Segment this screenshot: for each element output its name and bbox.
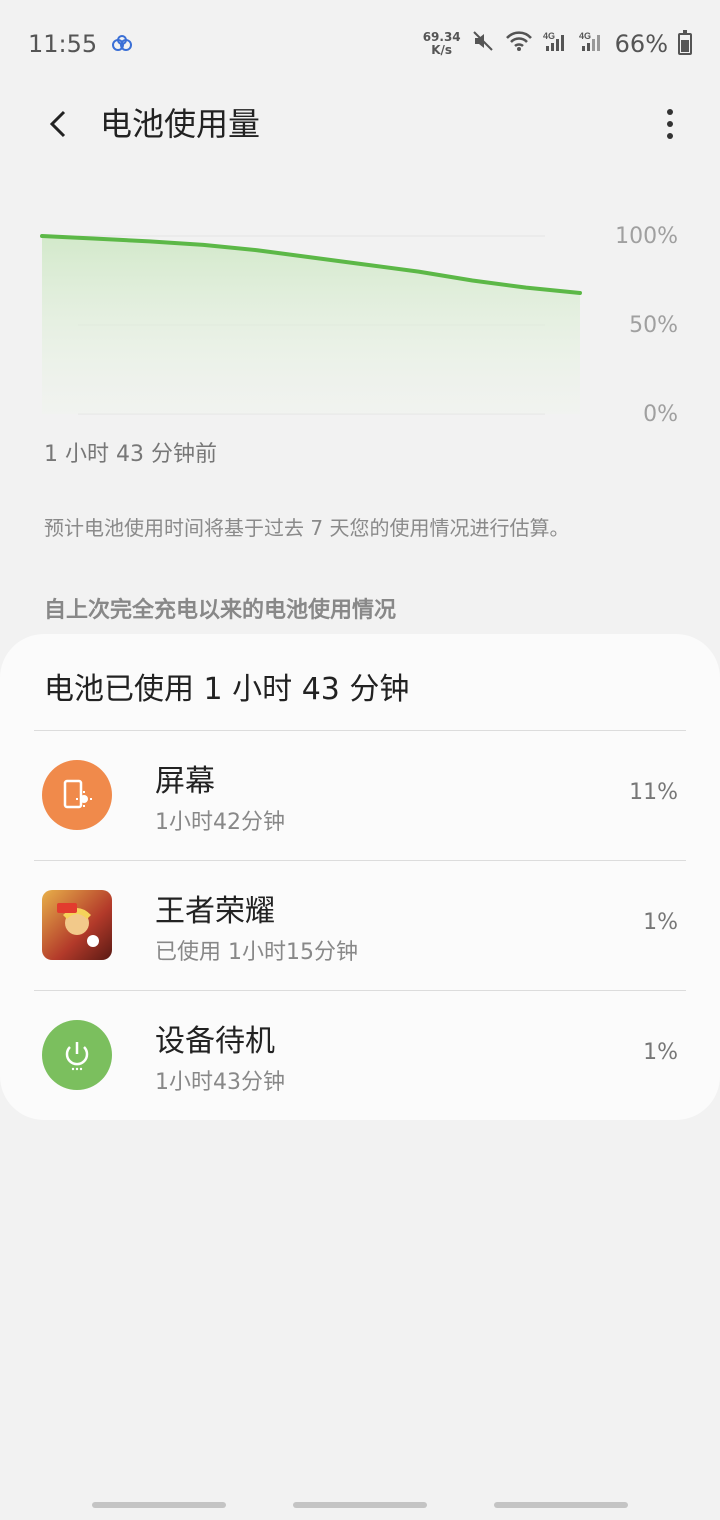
- wifi-icon: [505, 30, 533, 58]
- more-dot-icon: [667, 133, 673, 139]
- y-tick-label: 100%: [615, 224, 678, 249]
- battery-percent: 66%: [614, 30, 668, 58]
- network-speed: 69.34 K/s: [423, 31, 461, 57]
- usage-item-percent: 1%: [643, 1040, 678, 1065]
- chart-x-start-label: 1 小时 43 分钟前: [44, 442, 217, 467]
- usage-total-title: 电池已使用 1 小时 43 分钟: [44, 672, 410, 707]
- estimate-note: 预计电池使用时间将基于过去 7 天您的使用情况进行估算。: [44, 516, 570, 540]
- y-tick-label: 0%: [643, 402, 678, 427]
- usage-item-percent: 1%: [643, 910, 678, 935]
- back-button[interactable]: [36, 102, 80, 146]
- battery-icon: [678, 30, 692, 55]
- usage-item-duration: 1小时42分钟: [155, 810, 285, 835]
- signal-4g-icon: 4G: [543, 30, 569, 58]
- usage-row-standby[interactable]: 设备待机 1小时43分钟 1%: [0, 990, 720, 1120]
- more-dot-icon: [667, 109, 673, 115]
- usage-item-name: 设备待机: [155, 1024, 275, 1059]
- back-arrow-icon: [49, 110, 66, 138]
- usage-item-name: 王者荣耀: [155, 894, 275, 929]
- usage-row-game[interactable]: 王者荣耀 已使用 1小时15分钟 1%: [0, 860, 720, 990]
- usage-card: 电池已使用 1 小时 43 分钟 屏幕 1小时42分钟 11% 王者荣耀 已使用…: [0, 634, 720, 1120]
- usage-item-duration: 已使用 1小时15分钟: [155, 940, 358, 965]
- more-dot-icon: [667, 121, 673, 127]
- game-app-icon: [42, 890, 112, 960]
- y-tick-label: 50%: [629, 313, 678, 338]
- mute-icon: [471, 29, 495, 59]
- more-options-button[interactable]: [658, 100, 682, 148]
- nav-recent-handle[interactable]: [92, 1502, 226, 1508]
- cloud-app-icon: [111, 30, 133, 58]
- network-speed-unit: K/s: [431, 43, 453, 57]
- usage-row-screen[interactable]: 屏幕 1小时42分钟 11%: [0, 730, 720, 860]
- screen-brightness-icon: [42, 760, 112, 830]
- nav-home-handle[interactable]: [293, 1502, 427, 1508]
- power-icon: [42, 1020, 112, 1090]
- status-bar: 11:55 69.34 K/s 4G 4G 66%: [0, 0, 720, 88]
- battery-chart: 100% 50% 0%: [0, 200, 720, 440]
- usage-item-duration: 1小时43分钟: [155, 1070, 285, 1095]
- section-header: 自上次完全充电以来的电池使用情况: [44, 598, 397, 623]
- usage-item-percent: 11%: [629, 780, 678, 805]
- signal-4g-icon-2: 4G: [579, 30, 605, 58]
- usage-item-name: 屏幕: [155, 764, 215, 799]
- svg-text:4G: 4G: [579, 31, 591, 41]
- nav-back-handle[interactable]: [494, 1502, 628, 1508]
- battery-level-area: [42, 236, 580, 414]
- app-bar: 电池使用量: [0, 88, 720, 160]
- status-time: 11:55: [28, 30, 98, 58]
- page-title: 电池使用量: [100, 105, 261, 143]
- battery-chart-svg: [40, 234, 582, 415]
- svg-text:4G: 4G: [543, 31, 555, 41]
